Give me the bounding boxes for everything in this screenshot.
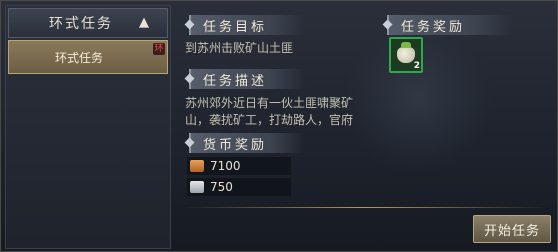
start-quest-button[interactable]: 开始任务 <box>473 215 551 243</box>
chevron-up-icon[interactable]: ▲ <box>139 15 149 30</box>
description-title: 任务描述 <box>184 69 305 89</box>
category-label: 环式任务 <box>49 16 113 32</box>
copper-coin-icon <box>190 160 204 172</box>
currency-value: 750 <box>210 180 233 194</box>
description-line-2: 山，袭扰矿工，打劫路人，官府 <box>185 113 354 127</box>
category-header-ring-quest[interactable]: 环式任务 ▲ <box>8 8 168 38</box>
currency-value: 7100 <box>210 159 241 173</box>
reward-title: 任务奖励 <box>382 15 513 35</box>
objective-title: 任务目标 <box>184 15 305 35</box>
currency-row: 7100 <box>187 157 291 175</box>
diamond-icon <box>382 19 393 30</box>
sidebar-item-ring-quest[interactable]: 环式任务 环 <box>8 40 168 74</box>
sidebar-item-label: 环式任务 <box>54 50 103 65</box>
silver-ingot-icon <box>190 181 204 193</box>
diamond-icon <box>184 137 195 148</box>
diamond-icon <box>184 19 195 30</box>
description-line-1: 苏州郊外近日有一伙土匪啸聚矿 <box>185 96 354 110</box>
diamond-icon <box>184 73 195 84</box>
objective-text: 到苏州击败矿山土匪 <box>185 41 294 55</box>
currency-row: 750 <box>187 178 291 196</box>
quest-window: 环式任务 ▲ 环式任务 环 任务目标 到苏州击败矿山土匪 任务奖励 2 任务描述… <box>0 0 558 252</box>
reward-item-count: 2 <box>413 61 420 71</box>
divider <box>183 207 547 208</box>
currency-title: 货币奖励 <box>184 133 305 153</box>
quest-detail-panel: 任务目标 到苏州击败矿山土匪 任务奖励 2 任务描述 苏州郊外近日有一伙土匪啸聚… <box>173 5 555 249</box>
ring-badge: 环 <box>153 43 165 55</box>
reward-item-slot[interactable]: 2 <box>389 37 423 73</box>
item-bag-icon <box>397 42 415 63</box>
quest-sidebar: 环式任务 ▲ 环式任务 环 <box>5 5 171 249</box>
